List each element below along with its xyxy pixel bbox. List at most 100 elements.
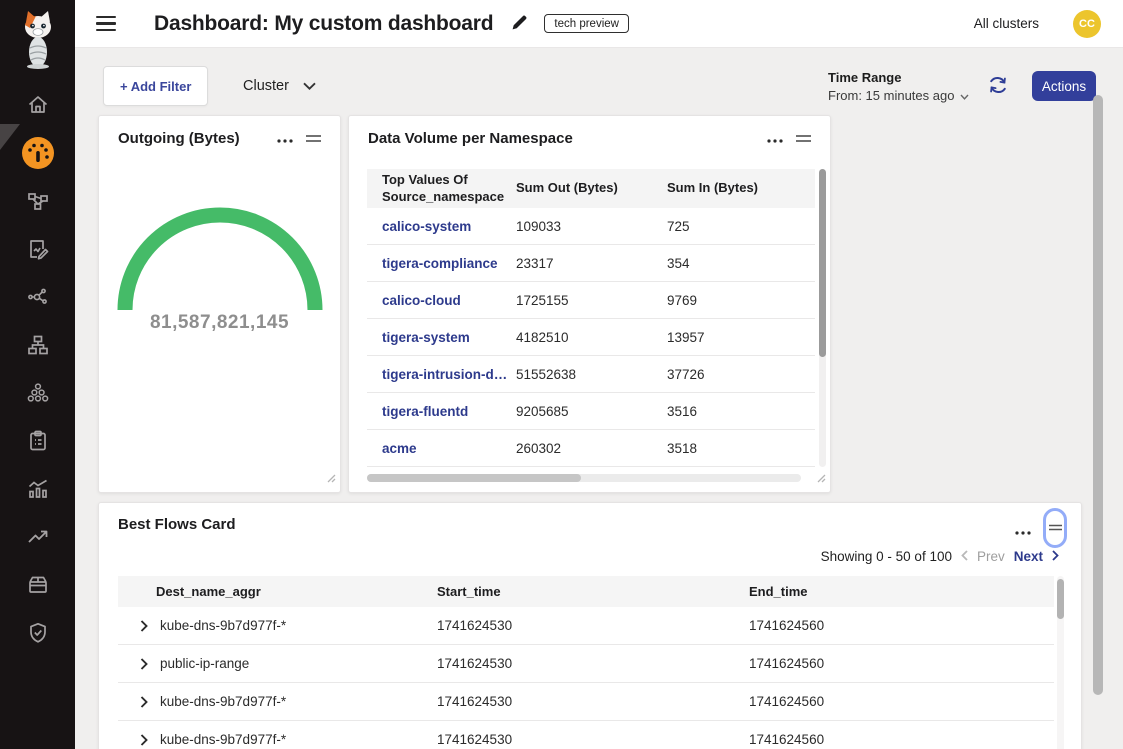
trend-arrow-icon	[26, 525, 50, 549]
time-range-control: Time Range From: 15 minutes ago	[828, 70, 969, 103]
sidebar-item-dashboard[interactable]	[0, 129, 75, 177]
data-volume-card: Data Volume per Namespace Top Values Of …	[348, 115, 831, 493]
card-menu-button[interactable]	[275, 129, 295, 148]
sidebar-item-trends[interactable]	[0, 513, 75, 561]
resize-handle-icon[interactable]	[817, 470, 826, 488]
sidebar-item-workloads[interactable]	[0, 561, 75, 609]
chevron-down-icon	[303, 78, 316, 94]
namespace-link[interactable]: tigera-system	[367, 330, 516, 345]
cluster-filter-dropdown[interactable]: Cluster	[235, 66, 324, 106]
namespace-link[interactable]: calico-system	[367, 219, 516, 234]
main-content: + Add Filter Cluster Time Range From: 15…	[75, 48, 1123, 749]
time-range-value: From: 15 minutes ago	[828, 88, 954, 103]
ellipsis-icon	[1015, 523, 1031, 538]
scrollbar-thumb[interactable]	[819, 169, 826, 357]
expand-row-icon[interactable]	[140, 734, 148, 746]
table-vertical-scrollbar[interactable]	[819, 169, 826, 467]
namespace-link[interactable]: tigera-fluentd	[367, 404, 516, 419]
table-row: acme 260302 3518	[367, 430, 815, 467]
node-cluster-icon	[26, 381, 50, 405]
resize-handle-icon[interactable]	[327, 470, 336, 488]
table-row: kube-dns-9b7d977f-* 1741624530 174162456…	[118, 607, 1054, 645]
sidebar-item-reports[interactable]	[0, 225, 75, 273]
sum-in-value: 9769	[667, 293, 815, 308]
next-page-button[interactable]: Next	[1014, 549, 1043, 564]
sidebar-item-security[interactable]	[0, 609, 75, 657]
table-row: calico-system 109033 725	[367, 208, 815, 245]
scrollbar-thumb[interactable]	[1093, 95, 1103, 695]
chevron-left-icon	[961, 549, 968, 564]
card-menu-button[interactable]	[765, 129, 785, 148]
sidebar-item-service-graph[interactable]	[0, 177, 75, 225]
namespace-link[interactable]: acme	[367, 441, 516, 456]
refresh-icon	[986, 85, 1010, 100]
namespace-link[interactable]: calico-cloud	[367, 293, 516, 308]
end-time-value: 1741624560	[749, 732, 1054, 747]
time-range-selector[interactable]: From: 15 minutes ago	[828, 88, 969, 103]
best-flows-card: Best Flows Card Showing 0 - 50 of 100 Pr…	[98, 502, 1082, 749]
sidebar-item-metrics[interactable]	[0, 465, 75, 513]
namespace-link[interactable]: tigera-intrusion-d…	[367, 367, 516, 382]
add-filter-button[interactable]: + Add Filter	[103, 66, 208, 106]
end-time-value: 1741624560	[749, 694, 1054, 709]
pagination: Showing 0 - 50 of 100 Prev Next	[821, 549, 1059, 564]
molecule-icon	[26, 285, 50, 309]
dashboard-gauge-icon	[21, 136, 55, 170]
sidebar-item-home[interactable]	[0, 81, 75, 129]
sum-out-value: 51552638	[516, 367, 667, 382]
ellipsis-icon	[277, 131, 293, 146]
sidebar-item-network[interactable]	[0, 321, 75, 369]
sidebar-item-compliance[interactable]	[0, 417, 75, 465]
column-header: End_time	[749, 584, 1054, 599]
app-screen: Dashboard: My custom dashboard tech prev…	[0, 0, 1123, 749]
drag-handle-icon	[305, 131, 322, 146]
drag-handle-icon	[1048, 519, 1063, 537]
card-drag-handle-focused[interactable]	[1043, 508, 1067, 548]
refresh-button[interactable]	[985, 73, 1011, 99]
sidebar-item-clusters[interactable]	[0, 369, 75, 417]
sum-in-value: 3516	[667, 404, 815, 419]
prev-page-button[interactable]: Prev	[977, 549, 1005, 564]
chevron-right-icon	[1052, 549, 1059, 564]
tech-preview-badge: tech preview	[544, 14, 629, 33]
sidebar-item-flow-visualizer[interactable]	[0, 273, 75, 321]
expand-row-icon[interactable]	[140, 658, 148, 670]
dest-name-value: kube-dns-9b7d977f-*	[160, 694, 286, 709]
table-header-row: Top Values Of Source_namespace Sum Out (…	[367, 169, 815, 208]
namespace-link[interactable]: tigera-compliance	[367, 256, 516, 271]
menu-toggle-button[interactable]	[96, 16, 116, 31]
card-drag-handle[interactable]	[303, 129, 324, 148]
table-row: calico-cloud 1725155 9769	[367, 282, 815, 319]
calico-cat-logo[interactable]	[16, 10, 60, 70]
home-icon	[26, 93, 50, 117]
dest-name-value: public-ip-range	[160, 656, 249, 671]
start-time-value: 1741624530	[437, 618, 749, 633]
column-header: Sum Out (Bytes)	[516, 180, 667, 196]
expand-row-icon[interactable]	[140, 620, 148, 632]
expand-row-icon[interactable]	[140, 696, 148, 708]
card-drag-handle[interactable]	[793, 129, 814, 148]
page-scrollbar[interactable]	[1091, 48, 1105, 749]
bar-chart-icon	[26, 477, 50, 501]
cluster-scope-selector[interactable]: All clusters	[974, 16, 1039, 31]
end-time-value: 1741624560	[749, 618, 1054, 633]
scrollbar-thumb[interactable]	[1057, 579, 1064, 619]
table-row: tigera-system 4182510 13957	[367, 319, 815, 356]
time-range-label: Time Range	[828, 70, 969, 85]
gauge-chart	[114, 198, 326, 321]
column-header: Start_time	[437, 584, 749, 599]
actions-button[interactable]: Actions	[1032, 71, 1096, 101]
sum-out-value: 9205685	[516, 404, 667, 419]
scrollbar-thumb[interactable]	[367, 474, 581, 482]
page-title: Dashboard: My custom dashboard	[154, 12, 493, 36]
sum-in-value: 3518	[667, 441, 815, 456]
table-row: tigera-fluentd 9205685 3516	[367, 393, 815, 430]
start-time-value: 1741624530	[437, 656, 749, 671]
table-vertical-scrollbar[interactable]	[1057, 576, 1064, 749]
card-menu-button[interactable]	[1013, 521, 1033, 540]
drag-handle-icon	[795, 131, 812, 146]
package-box-icon	[26, 573, 50, 597]
table-horizontal-scrollbar[interactable]	[367, 474, 801, 482]
user-avatar[interactable]: CC	[1073, 10, 1101, 38]
edit-dashboard-button[interactable]	[511, 14, 528, 34]
